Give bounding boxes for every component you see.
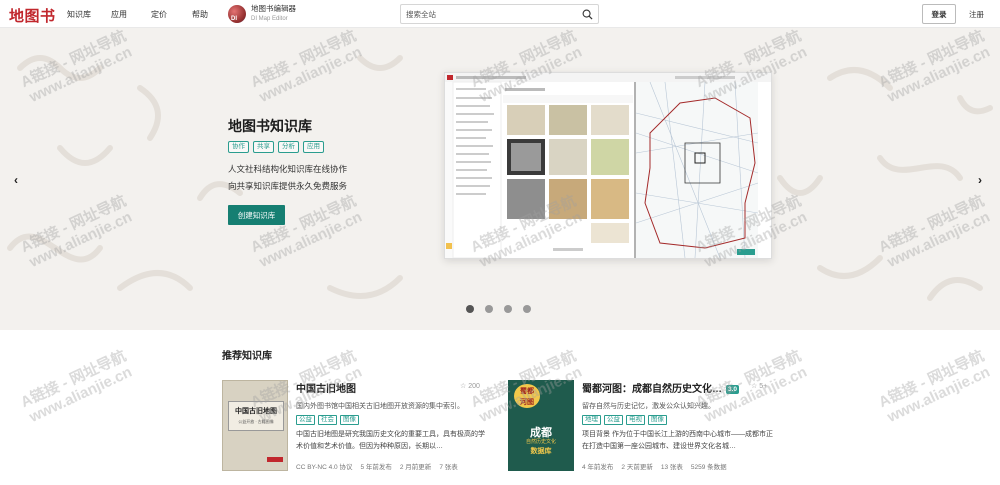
card-table-count: 7 张表	[439, 464, 458, 471]
card-table-count: 13 张表	[660, 464, 683, 471]
carousel-dot[interactable]	[504, 305, 512, 313]
carousel-dot[interactable]	[485, 305, 493, 313]
card-version-badge: 3.0	[726, 385, 740, 394]
card-license: CC BY-NC 4.0 协议	[296, 464, 353, 471]
card-star-count[interactable]: ☆ 200	[460, 382, 480, 390]
product-screenshot-image	[445, 73, 771, 259]
card-tag: 电视	[626, 415, 645, 425]
create-knowledge-base-button[interactable]: 创建知识库	[228, 205, 285, 225]
card-published: 4 年前发布	[582, 464, 614, 471]
card-title-row: 蜀都河图：成都自然历史文化… 3.0	[582, 380, 775, 395]
search-input[interactable]	[406, 9, 576, 20]
search-box	[400, 4, 599, 24]
carousel-next-arrow[interactable]: ›	[978, 173, 982, 187]
nav-pricing[interactable]: 定价	[151, 9, 167, 20]
carousel-dot[interactable]	[466, 305, 474, 313]
carousel-prev-arrow[interactable]: ‹	[14, 173, 18, 187]
hero-desc-line: 人文社科结构化知识库在线协作	[228, 164, 348, 174]
card-description: 项目背景 作为位于中国长江上游的西南中心城市——成都市正在打造中国第一座公园城市…	[582, 431, 773, 450]
card-published: 5 年前发布	[360, 464, 392, 471]
card-description: 中国古旧地图是研究我国历史文化的重要工具，具有极高的学术价值和艺术价值。但因为种…	[296, 431, 485, 450]
watermark-line: www.alianjie.cn	[884, 363, 993, 426]
card-tag: 社会	[318, 415, 337, 425]
hero-title: 地图书知识库	[228, 118, 312, 134]
carousel-dots	[466, 305, 531, 313]
cover-title-line: 蜀都	[520, 386, 534, 395]
nav-apps[interactable]: 应用	[111, 9, 127, 20]
card-tag: 地理	[582, 415, 601, 425]
hero-description: 人文社科结构化知识库在线协作 向共享知识库提供永久免费服务	[228, 161, 347, 195]
map-editor-link[interactable]: DI 地图书编辑器 DI Map Editor	[228, 4, 296, 24]
card-tag: 图像	[648, 415, 667, 425]
hero-desc-line: 向共享知识库提供永久免费服务	[228, 181, 348, 191]
card-subtitle: 国内外图书馆中国相关古旧地图开放资源的集中索引。	[296, 403, 464, 410]
search-icon[interactable]	[582, 9, 593, 20]
map-editor-name: 地图书编辑器	[251, 4, 296, 13]
card-tag: 图像	[340, 415, 359, 425]
knowledge-base-card[interactable]: 中国古旧地图 公益开放 · 古籍图像 中国古旧地图 国内外图书馆中国相关古旧地图…	[222, 380, 490, 472]
product-screenshot	[444, 72, 772, 259]
cover-title-line: 河图	[520, 397, 534, 406]
card-cover-image: 蜀都 河图 成都 自然历史文化 数据库	[508, 380, 574, 471]
hero-tags: 协作 共享 分析 应用	[228, 141, 324, 153]
watermark-line: A链接 - 网址导航	[18, 347, 129, 412]
card-updated: 2 天前更新	[621, 464, 653, 471]
card-record-count: 5259 条数据	[690, 464, 727, 471]
card-tag: 公益	[296, 415, 315, 425]
register-link[interactable]: 注册	[969, 9, 984, 20]
nav-help[interactable]: 帮助	[192, 9, 208, 20]
hero-tag: 协作	[228, 141, 249, 153]
card-cover-image: 中国古旧地图 公益开放 · 古籍图像	[222, 380, 288, 471]
watermark: A链接 - 网址导航 www.alianjie.cn	[876, 347, 994, 426]
cover-red-mark	[267, 457, 283, 462]
watermark-line: A链接 - 网址导航	[876, 347, 987, 412]
hero-tag: 应用	[303, 141, 324, 153]
cover-subtitle: 公益开放 · 古籍图像	[238, 419, 274, 424]
cover-title: 中国古旧地图	[235, 406, 277, 415]
carousel-dot[interactable]	[523, 305, 531, 313]
card-star-count[interactable]: ☆ 5+	[751, 382, 767, 390]
login-button[interactable]: 登录	[922, 4, 956, 24]
card-tag: 公益	[604, 415, 623, 425]
site-logo[interactable]: 地图书	[9, 5, 56, 26]
recommended-section-title: 推荐知识库	[222, 351, 272, 362]
cover-subtitle: 自然历史文化	[525, 439, 556, 445]
card-subtitle: 留存自然与历史记忆，激发公众认知兴趣。	[582, 403, 715, 410]
hero-carousel: ‹ › 地图书知识库 协作 共享 分析 应用 人文社科结构化知识库在线协作 向共…	[0, 28, 1000, 330]
knowledge-base-card[interactable]: 蜀都 河图 成都 自然历史文化 数据库 蜀都河图：成都自然历史文化… 3.0 留存…	[508, 380, 776, 472]
card-updated: 2 月前更新	[399, 464, 432, 471]
card-title[interactable]: 蜀都河图：成都自然历史文化…	[582, 384, 722, 395]
hero-tag: 共享	[253, 141, 274, 153]
watermark: A链接 - 网址导航 www.alianjie.cn	[18, 347, 136, 426]
cover-tail: 数据库	[530, 448, 552, 455]
map-editor-subtitle: DI Map Editor	[251, 16, 288, 22]
map-editor-avatar: DI	[228, 5, 246, 23]
nav-knowledge-base[interactable]: 知识库	[67, 9, 91, 20]
watermark-line: www.alianjie.cn	[26, 363, 135, 426]
map-editor-avatar-badge: DI	[231, 16, 237, 22]
hero-tag: 分析	[278, 141, 299, 153]
top-header: 地图书 知识库 应用 定价 帮助 DI 地图书编辑器 DI Map Editor…	[0, 0, 1000, 28]
